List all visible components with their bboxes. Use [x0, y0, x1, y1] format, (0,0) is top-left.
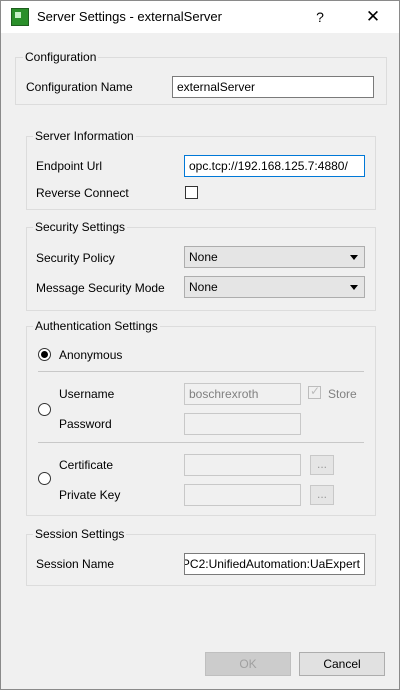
- username-label: Username: [59, 387, 115, 401]
- checkmark-icon: ✓: [310, 384, 321, 398]
- reverse-connect-checkbox[interactable]: [185, 186, 198, 199]
- password-input[interactable]: [184, 413, 301, 435]
- title-bar[interactable]: Server Settings - externalServer ? ✕: [1, 1, 399, 33]
- endpoint-url-input[interactable]: opc.tcp://192.168.125.7:4880/: [184, 155, 365, 177]
- username-input[interactable]: boschrexroth: [184, 383, 301, 405]
- message-security-mode-select[interactable]: None: [184, 276, 365, 298]
- password-label: Password: [59, 417, 112, 431]
- window-title: Server Settings - externalServer: [37, 9, 222, 24]
- authentication-settings-group-title: Authentication Settings: [33, 319, 160, 333]
- session-name-input[interactable]: urn:PC2:UnifiedAutomation:UaExpert: [184, 553, 365, 575]
- security-policy-select[interactable]: None: [184, 246, 365, 268]
- certificate-input[interactable]: [184, 454, 301, 476]
- dialog-window: Server Settings - externalServer ? ✕ Con…: [0, 0, 400, 690]
- close-button[interactable]: ✕: [359, 5, 387, 29]
- configuration-name-input[interactable]: externalServer: [172, 76, 374, 98]
- anonymous-radio[interactable]: [38, 348, 51, 361]
- private-key-input[interactable]: [184, 484, 301, 506]
- certificate-browse-button[interactable]: ...: [310, 455, 334, 475]
- chevron-down-icon: [350, 285, 358, 290]
- store-checkbox[interactable]: ✓: [308, 384, 321, 399]
- anonymous-label: Anonymous: [59, 348, 123, 362]
- app-icon: [11, 8, 29, 26]
- certificate-radio[interactable]: [38, 472, 51, 485]
- username-radio[interactable]: [38, 403, 51, 416]
- endpoint-url-text: opc.tcp://192.168.125.7:4880/: [189, 159, 348, 173]
- cancel-button[interactable]: Cancel: [299, 652, 385, 676]
- auth-separator-2: [38, 442, 364, 443]
- endpoint-url-label: Endpoint Url: [36, 159, 103, 173]
- certificate-label: Certificate: [59, 458, 114, 472]
- help-button[interactable]: ?: [309, 6, 331, 28]
- reverse-connect-label: Reverse Connect: [36, 186, 129, 200]
- store-label: Store: [328, 387, 357, 401]
- security-policy-label: Security Policy: [36, 251, 115, 265]
- security-settings-group-title: Security Settings: [33, 220, 128, 234]
- message-security-mode-label: Message Security Mode: [36, 281, 165, 295]
- session-name-text: urn:PC2:UnifiedAutomation:UaExpert: [184, 557, 360, 571]
- chevron-down-icon: [350, 255, 358, 260]
- security-policy-value: None: [189, 250, 218, 264]
- auth-separator-1: [38, 371, 364, 372]
- server-information-group-title: Server Information: [33, 129, 136, 143]
- configuration-group-title: Configuration: [23, 50, 99, 64]
- message-security-mode-value: None: [189, 280, 218, 294]
- ok-button[interactable]: OK: [205, 652, 291, 676]
- private-key-label: Private Key: [59, 488, 121, 502]
- security-settings-group: [26, 227, 376, 311]
- private-key-browse-button[interactable]: ...: [310, 485, 334, 505]
- session-settings-group-title: Session Settings: [33, 527, 127, 541]
- configuration-name-label: Configuration Name: [26, 80, 133, 94]
- session-name-label: Session Name: [36, 557, 115, 571]
